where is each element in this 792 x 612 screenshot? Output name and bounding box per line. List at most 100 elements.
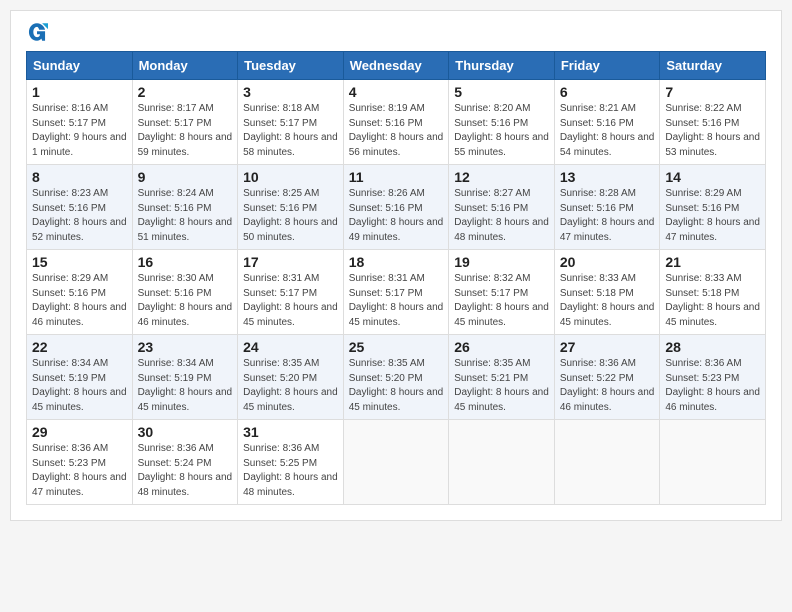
day-number: 1 — [32, 84, 127, 100]
day-number: 20 — [560, 254, 655, 270]
calendar-week-row: 1 Sunrise: 8:16 AMSunset: 5:17 PMDayligh… — [27, 80, 766, 165]
calendar-cell: 27 Sunrise: 8:36 AMSunset: 5:22 PMDaylig… — [554, 335, 660, 420]
calendar-week-row: 22 Sunrise: 8:34 AMSunset: 5:19 PMDaylig… — [27, 335, 766, 420]
calendar-cell: 6 Sunrise: 8:21 AMSunset: 5:16 PMDayligh… — [554, 80, 660, 165]
day-number: 26 — [454, 339, 549, 355]
calendar-container: SundayMondayTuesdayWednesdayThursdayFrid… — [10, 10, 782, 521]
calendar-cell — [660, 420, 766, 505]
day-info: Sunrise: 8:34 AMSunset: 5:19 PMDaylight:… — [32, 357, 127, 415]
calendar-cell — [449, 420, 555, 505]
day-info: Sunrise: 8:36 AMSunset: 5:23 PMDaylight:… — [665, 357, 760, 415]
calendar-cell: 19 Sunrise: 8:32 AMSunset: 5:17 PMDaylig… — [449, 250, 555, 335]
day-number: 17 — [243, 254, 338, 270]
day-number: 3 — [243, 84, 338, 100]
day-info: Sunrise: 8:33 AMSunset: 5:18 PMDaylight:… — [665, 272, 760, 330]
calendar-cell: 11 Sunrise: 8:26 AMSunset: 5:16 PMDaylig… — [343, 165, 449, 250]
calendar-cell: 20 Sunrise: 8:33 AMSunset: 5:18 PMDaylig… — [554, 250, 660, 335]
calendar-week-row: 15 Sunrise: 8:29 AMSunset: 5:16 PMDaylig… — [27, 250, 766, 335]
day-info: Sunrise: 8:36 AMSunset: 5:25 PMDaylight:… — [243, 442, 338, 500]
day-number: 25 — [349, 339, 444, 355]
day-number: 13 — [560, 169, 655, 185]
calendar-cell: 31 Sunrise: 8:36 AMSunset: 5:25 PMDaylig… — [238, 420, 344, 505]
day-number: 10 — [243, 169, 338, 185]
day-number: 18 — [349, 254, 444, 270]
day-number: 21 — [665, 254, 760, 270]
day-info: Sunrise: 8:29 AMSunset: 5:16 PMDaylight:… — [665, 187, 760, 245]
day-number: 7 — [665, 84, 760, 100]
day-info: Sunrise: 8:33 AMSunset: 5:18 PMDaylight:… — [560, 272, 655, 330]
logo-icon — [26, 21, 48, 43]
day-number: 22 — [32, 339, 127, 355]
calendar-cell: 29 Sunrise: 8:36 AMSunset: 5:23 PMDaylig… — [27, 420, 133, 505]
header-row — [26, 21, 766, 43]
weekday-header-thursday: Thursday — [449, 52, 555, 80]
day-info: Sunrise: 8:36 AMSunset: 5:22 PMDaylight:… — [560, 357, 655, 415]
logo — [26, 21, 50, 43]
calendar-cell: 28 Sunrise: 8:36 AMSunset: 5:23 PMDaylig… — [660, 335, 766, 420]
day-info: Sunrise: 8:22 AMSunset: 5:16 PMDaylight:… — [665, 102, 760, 160]
day-number: 2 — [138, 84, 233, 100]
day-number: 31 — [243, 424, 338, 440]
calendar-cell: 2 Sunrise: 8:17 AMSunset: 5:17 PMDayligh… — [132, 80, 238, 165]
day-info: Sunrise: 8:17 AMSunset: 5:17 PMDaylight:… — [138, 102, 233, 160]
day-number: 28 — [665, 339, 760, 355]
calendar-cell: 5 Sunrise: 8:20 AMSunset: 5:16 PMDayligh… — [449, 80, 555, 165]
day-number: 11 — [349, 169, 444, 185]
day-info: Sunrise: 8:18 AMSunset: 5:17 PMDaylight:… — [243, 102, 338, 160]
day-number: 24 — [243, 339, 338, 355]
calendar-cell: 17 Sunrise: 8:31 AMSunset: 5:17 PMDaylig… — [238, 250, 344, 335]
day-info: Sunrise: 8:26 AMSunset: 5:16 PMDaylight:… — [349, 187, 444, 245]
day-number: 5 — [454, 84, 549, 100]
weekday-header-monday: Monday — [132, 52, 238, 80]
day-number: 6 — [560, 84, 655, 100]
day-info: Sunrise: 8:36 AMSunset: 5:24 PMDaylight:… — [138, 442, 233, 500]
calendar-cell — [343, 420, 449, 505]
calendar-cell: 14 Sunrise: 8:29 AMSunset: 5:16 PMDaylig… — [660, 165, 766, 250]
day-info: Sunrise: 8:23 AMSunset: 5:16 PMDaylight:… — [32, 187, 127, 245]
weekday-header-row: SundayMondayTuesdayWednesdayThursdayFrid… — [27, 52, 766, 80]
day-number: 27 — [560, 339, 655, 355]
day-number: 14 — [665, 169, 760, 185]
day-info: Sunrise: 8:27 AMSunset: 5:16 PMDaylight:… — [454, 187, 549, 245]
calendar-cell: 21 Sunrise: 8:33 AMSunset: 5:18 PMDaylig… — [660, 250, 766, 335]
day-info: Sunrise: 8:31 AMSunset: 5:17 PMDaylight:… — [349, 272, 444, 330]
day-info: Sunrise: 8:34 AMSunset: 5:19 PMDaylight:… — [138, 357, 233, 415]
day-info: Sunrise: 8:36 AMSunset: 5:23 PMDaylight:… — [32, 442, 127, 500]
calendar-cell: 4 Sunrise: 8:19 AMSunset: 5:16 PMDayligh… — [343, 80, 449, 165]
calendar-week-row: 29 Sunrise: 8:36 AMSunset: 5:23 PMDaylig… — [27, 420, 766, 505]
day-number: 9 — [138, 169, 233, 185]
calendar-cell: 7 Sunrise: 8:22 AMSunset: 5:16 PMDayligh… — [660, 80, 766, 165]
day-number: 15 — [32, 254, 127, 270]
day-info: Sunrise: 8:32 AMSunset: 5:17 PMDaylight:… — [454, 272, 549, 330]
weekday-header-sunday: Sunday — [27, 52, 133, 80]
day-number: 16 — [138, 254, 233, 270]
weekday-header-saturday: Saturday — [660, 52, 766, 80]
calendar-cell: 24 Sunrise: 8:35 AMSunset: 5:20 PMDaylig… — [238, 335, 344, 420]
day-info: Sunrise: 8:16 AMSunset: 5:17 PMDaylight:… — [32, 102, 127, 160]
calendar-cell: 26 Sunrise: 8:35 AMSunset: 5:21 PMDaylig… — [449, 335, 555, 420]
weekday-header-tuesday: Tuesday — [238, 52, 344, 80]
day-number: 29 — [32, 424, 127, 440]
day-number: 19 — [454, 254, 549, 270]
day-info: Sunrise: 8:28 AMSunset: 5:16 PMDaylight:… — [560, 187, 655, 245]
calendar-cell: 8 Sunrise: 8:23 AMSunset: 5:16 PMDayligh… — [27, 165, 133, 250]
day-number: 4 — [349, 84, 444, 100]
day-info: Sunrise: 8:21 AMSunset: 5:16 PMDaylight:… — [560, 102, 655, 160]
day-info: Sunrise: 8:24 AMSunset: 5:16 PMDaylight:… — [138, 187, 233, 245]
day-number: 8 — [32, 169, 127, 185]
calendar-cell: 22 Sunrise: 8:34 AMSunset: 5:19 PMDaylig… — [27, 335, 133, 420]
day-info: Sunrise: 8:29 AMSunset: 5:16 PMDaylight:… — [32, 272, 127, 330]
day-info: Sunrise: 8:19 AMSunset: 5:16 PMDaylight:… — [349, 102, 444, 160]
day-info: Sunrise: 8:35 AMSunset: 5:20 PMDaylight:… — [243, 357, 338, 415]
calendar-cell: 16 Sunrise: 8:30 AMSunset: 5:16 PMDaylig… — [132, 250, 238, 335]
calendar-cell: 3 Sunrise: 8:18 AMSunset: 5:17 PMDayligh… — [238, 80, 344, 165]
calendar-cell: 13 Sunrise: 8:28 AMSunset: 5:16 PMDaylig… — [554, 165, 660, 250]
day-number: 12 — [454, 169, 549, 185]
day-number: 23 — [138, 339, 233, 355]
day-info: Sunrise: 8:35 AMSunset: 5:20 PMDaylight:… — [349, 357, 444, 415]
calendar-cell: 9 Sunrise: 8:24 AMSunset: 5:16 PMDayligh… — [132, 165, 238, 250]
calendar-cell: 15 Sunrise: 8:29 AMSunset: 5:16 PMDaylig… — [27, 250, 133, 335]
day-info: Sunrise: 8:30 AMSunset: 5:16 PMDaylight:… — [138, 272, 233, 330]
calendar-cell: 25 Sunrise: 8:35 AMSunset: 5:20 PMDaylig… — [343, 335, 449, 420]
calendar-week-row: 8 Sunrise: 8:23 AMSunset: 5:16 PMDayligh… — [27, 165, 766, 250]
